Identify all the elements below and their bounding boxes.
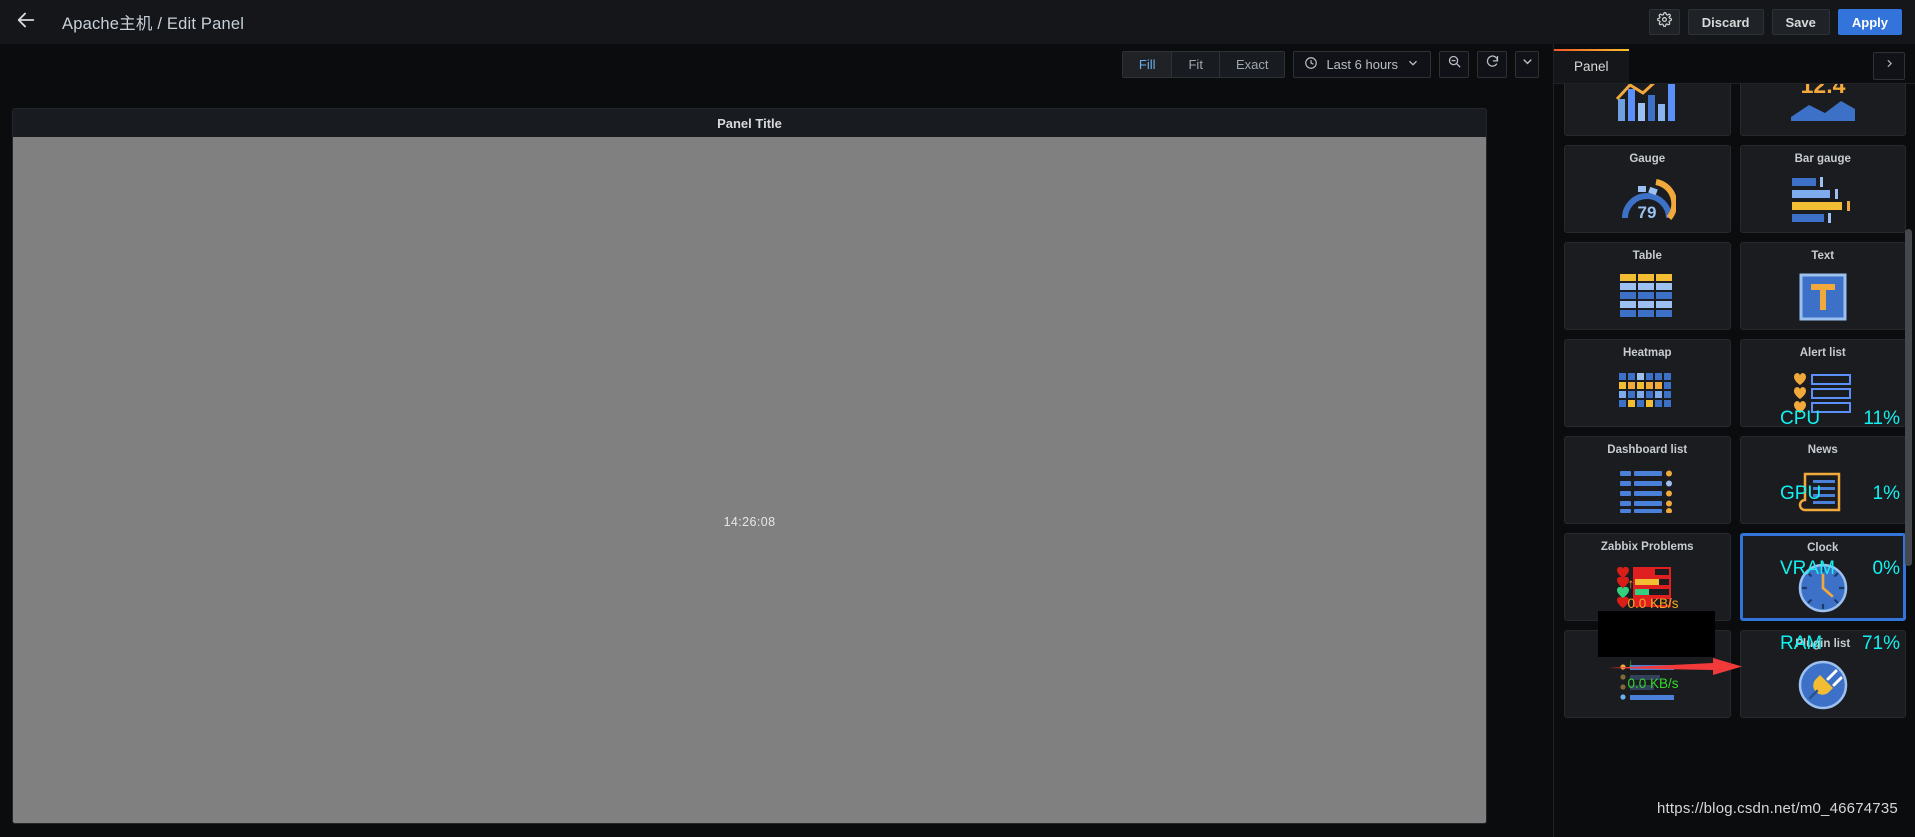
viz-card-text[interactable]: Text <box>1739 242 1906 330</box>
viz-card-dashboard-list[interactable]: Dashboard list <box>1564 436 1731 524</box>
viz-card-label: Plugin list <box>1795 638 1851 650</box>
tab-panel[interactable]: Panel <box>1554 49 1629 83</box>
gauge-icon: 79 <box>1565 168 1730 232</box>
visualization-grid: 12.4 Gauge 79 Bar gauge Table Text Heatm… <box>1564 84 1906 718</box>
options-pane: Panel 12.4 Gauge 79 Bar gauge Table Text… <box>1553 44 1915 837</box>
viz-card-label: Bar gauge <box>1794 153 1851 165</box>
viz-card-label: Logs <box>1633 638 1661 650</box>
grafana-edit-panel-app: Apache主机 / Edit Panel Discard Save Apply… <box>0 0 1915 837</box>
discard-button[interactable]: Discard <box>1687 9 1764 35</box>
alert-list-icon <box>1741 362 1906 426</box>
viz-card-label: Text <box>1811 250 1835 262</box>
clock-panel-time: 14:26:08 <box>723 515 776 529</box>
expand-pane-button[interactable] <box>1873 52 1905 80</box>
options-pane-scrollbar[interactable] <box>1905 229 1912 566</box>
apply-button[interactable]: Apply <box>1837 9 1902 35</box>
table-icon <box>1565 265 1730 329</box>
logs-icon <box>1565 653 1730 717</box>
viz-card-bar-gauge[interactable]: Bar gauge <box>1739 145 1906 233</box>
svg-text:79: 79 <box>1638 203 1657 222</box>
viz-card-label: Clock <box>1807 542 1839 554</box>
display-mode-radio-group: Fill Fit Exact <box>1121 50 1286 78</box>
viz-card-zabbix-problems[interactable]: Zabbix Problems <box>1564 533 1731 621</box>
arrow-left-icon <box>15 9 37 36</box>
back-button[interactable] <box>0 0 52 44</box>
zabbix-problems-icon <box>1565 556 1730 620</box>
viz-card-clock[interactable]: Clock <box>1739 533 1906 621</box>
time-range-label: Last 6 hours <box>1326 56 1398 72</box>
top-navbar: Apache主机 / Edit Panel Discard Save Apply <box>0 0 1915 44</box>
panel-settings-button[interactable] <box>1648 9 1680 35</box>
refresh-button[interactable] <box>1477 50 1507 78</box>
stat-icon: 12.4 <box>1741 84 1906 135</box>
viz-card-label: Table <box>1632 250 1662 262</box>
dashboard-list-icon <box>1565 459 1730 523</box>
chevron-down-icon <box>1406 56 1420 73</box>
navbar-actions: Discard Save Apply <box>1648 0 1902 44</box>
breadcrumb[interactable]: Apache主机 / Edit Panel <box>62 10 244 34</box>
heatmap-icon <box>1565 362 1730 426</box>
time-range-picker[interactable]: Last 6 hours <box>1293 50 1431 78</box>
chevron-right-icon <box>1883 57 1896 75</box>
viz-card-label: Gauge <box>1629 153 1666 165</box>
viz-card-stat[interactable]: 12.4 <box>1739 84 1906 136</box>
viz-card-label: Alert list <box>1799 347 1846 359</box>
options-pane-tabs: Panel <box>1554 44 1915 84</box>
viz-card-heatmap[interactable]: Heatmap <box>1564 339 1731 427</box>
bar-gauge-icon <box>1741 168 1906 232</box>
panel-title[interactable]: Panel Title <box>13 109 1486 137</box>
viz-card-label: Zabbix Problems <box>1600 541 1694 553</box>
news-icon <box>1741 459 1906 523</box>
viz-card-alert-list[interactable]: Alert list <box>1739 339 1906 427</box>
viz-card-gauge[interactable]: Gauge 79 <box>1564 145 1731 233</box>
stat-value-label: 12.4 <box>1800 84 1845 98</box>
panel-visualization-area[interactable]: 14:26:08 <box>13 137 1486 823</box>
viz-card-label: Heatmap <box>1622 347 1672 359</box>
panel-sub-toolbar: Fill Fit Exact Last 6 hours <box>0 44 1553 84</box>
viz-card-graph[interactable] <box>1564 84 1731 136</box>
viz-card-news[interactable]: News <box>1739 436 1906 524</box>
text-icon <box>1741 265 1906 329</box>
zoom-out-button[interactable] <box>1439 50 1469 78</box>
plugin-list-icon <box>1741 653 1906 717</box>
gear-icon <box>1656 12 1672 32</box>
viz-card-label: Dashboard list <box>1607 444 1688 456</box>
clock-face-icon <box>1742 557 1905 619</box>
chevron-down-icon <box>1520 54 1535 74</box>
display-mode-fill[interactable]: Fill <box>1122 51 1173 77</box>
graph-icon <box>1565 84 1730 135</box>
viz-card-plugin-list[interactable]: Plugin list <box>1739 630 1906 718</box>
panel-preview: Panel Title 14:26:08 <box>12 108 1487 824</box>
viz-card-table[interactable]: Table <box>1564 242 1731 330</box>
display-mode-exact[interactable]: Exact <box>1219 51 1285 77</box>
refresh-icon <box>1485 54 1500 74</box>
zoom-out-icon <box>1447 54 1462 74</box>
visualization-picker-scroll[interactable]: 12.4 Gauge 79 Bar gauge Table Text Heatm… <box>1554 84 1915 837</box>
viz-card-label: News <box>1807 444 1838 456</box>
viz-card-logs[interactable]: Logs <box>1564 630 1731 718</box>
display-mode-fit[interactable]: Fit <box>1172 51 1220 77</box>
refresh-interval-dropdown[interactable] <box>1515 50 1539 78</box>
save-button[interactable]: Save <box>1771 9 1830 35</box>
clock-icon <box>1304 56 1318 73</box>
